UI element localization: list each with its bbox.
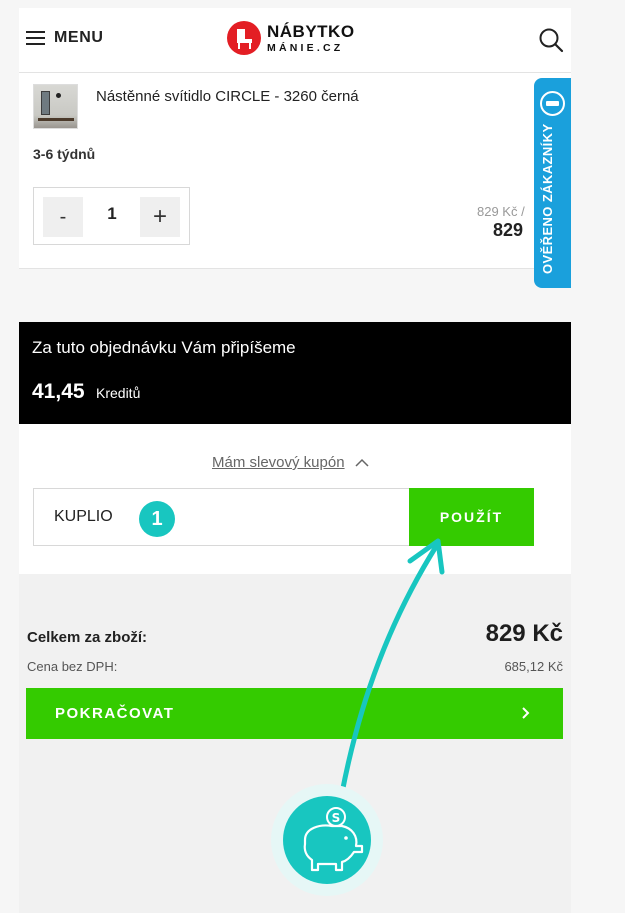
menu-label: MENU bbox=[54, 29, 104, 46]
coupon-toggle[interactable]: Mám slevový kupón bbox=[212, 454, 369, 471]
logo-chair-icon bbox=[227, 21, 261, 55]
item-total-price: 829 bbox=[493, 220, 524, 240]
verified-by-customers-badge[interactable]: OVĚŘENO ZÁKAZNÍKY bbox=[534, 78, 571, 288]
net-price-label: Cena bez DPH: bbox=[27, 659, 118, 674]
credits-text: Za tuto objednávku Vám připíšeme bbox=[32, 338, 296, 357]
unit-price: 829 Kč / bbox=[477, 204, 525, 219]
quantity-stepper: - 1 + bbox=[33, 187, 190, 245]
net-price-value: 685,12 Kč bbox=[504, 659, 563, 674]
product-thumbnail[interactable] bbox=[33, 84, 78, 129]
cart-item: Nástěnné svítidlo CIRCLE - 3260 černá 3-… bbox=[19, 73, 571, 269]
step-number-badge: 1 bbox=[139, 501, 175, 537]
credits-amount: 41,45 bbox=[32, 380, 85, 403]
delivery-time: 3-6 týdnů bbox=[33, 146, 96, 162]
verified-seal-icon bbox=[540, 91, 565, 116]
coupon-input[interactable]: KUPLIO bbox=[33, 488, 410, 546]
quantity-decrease-button[interactable]: - bbox=[43, 197, 83, 237]
logo-text-top: NÁBYTKO bbox=[267, 21, 355, 41]
chevron-right-icon bbox=[522, 707, 530, 719]
verified-badge-label: OVĚŘENO ZÁKAZNÍKY bbox=[540, 123, 555, 274]
cart-page: MENU NÁBYTKO MÁNIE.CZ Nástěnné svítidlo … bbox=[19, 8, 571, 913]
credits-banner: Za tuto objednávku Vám připíšeme 41,45 K… bbox=[19, 322, 571, 424]
hamburger-icon bbox=[26, 31, 45, 45]
quantity-value[interactable]: 1 bbox=[94, 204, 130, 224]
chevron-up-icon bbox=[355, 458, 369, 467]
search-icon[interactable] bbox=[538, 27, 564, 53]
order-summary: Celkem za zboží: 829 Kč Cena bez DPH: 68… bbox=[19, 574, 571, 913]
product-name[interactable]: Nástěnné svítidlo CIRCLE - 3260 černá bbox=[96, 88, 359, 105]
coupon-section: Mám slevový kupón KUPLIO 1 POUŽÍT bbox=[19, 424, 571, 574]
apply-coupon-button[interactable]: POUŽÍT bbox=[409, 488, 534, 546]
continue-button[interactable]: POKRAČOVAT bbox=[26, 688, 563, 739]
total-value: 829 Kč bbox=[485, 620, 563, 647]
site-logo[interactable]: NÁBYTKO MÁNIE.CZ bbox=[227, 21, 355, 55]
quantity-increase-button[interactable]: + bbox=[140, 197, 180, 237]
menu-button[interactable]: MENU bbox=[26, 29, 104, 47]
total-label: Celkem za zboží: bbox=[27, 629, 148, 646]
credits-unit: Kreditů bbox=[96, 385, 141, 401]
header: MENU NÁBYTKO MÁNIE.CZ bbox=[19, 8, 571, 73]
logo-text-bottom: MÁNIE.CZ bbox=[267, 41, 344, 54]
coupon-toggle-label: Mám slevový kupón bbox=[212, 454, 345, 471]
continue-label: POKRAČOVAT bbox=[55, 705, 175, 722]
